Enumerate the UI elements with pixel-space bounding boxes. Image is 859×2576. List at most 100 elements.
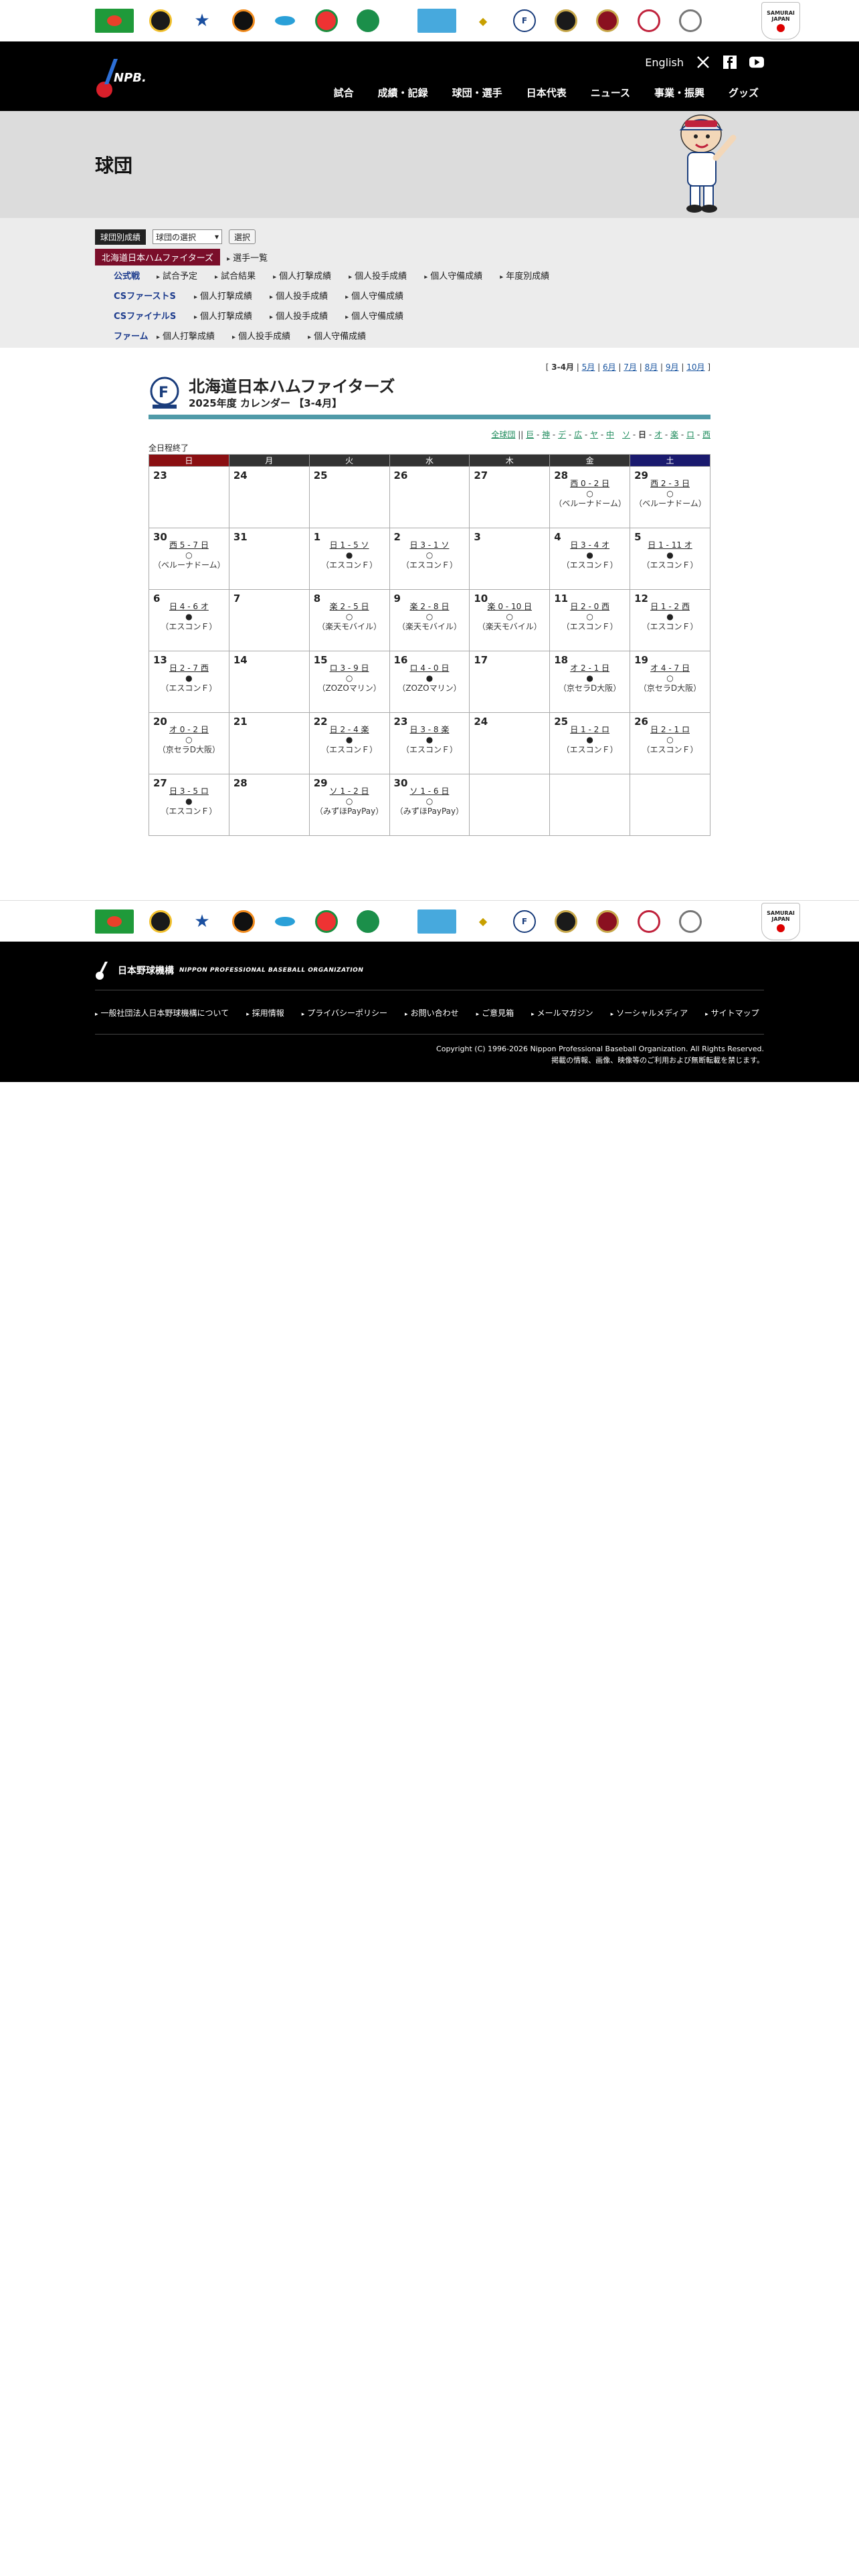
nav-item-stats[interactable]: 成績・記録 xyxy=(366,86,440,100)
giants-logo-icon[interactable] xyxy=(95,6,134,35)
game-score-link[interactable]: 西 0 - 2 日 xyxy=(570,479,609,488)
marines-logo-icon[interactable] xyxy=(634,907,664,936)
game-score-link[interactable]: オ 2 - 1 日 xyxy=(570,663,609,673)
submenu-link[interactable]: 個人打撃成績 xyxy=(273,269,331,282)
team-filter-link[interactable]: 中 xyxy=(606,430,614,439)
tigers-logo-icon[interactable] xyxy=(146,6,175,35)
team-filter-link[interactable]: 広 xyxy=(574,430,582,439)
select-button[interactable]: 選択 xyxy=(229,229,256,244)
carp-logo-icon[interactable] xyxy=(270,907,300,936)
game-score-link[interactable]: 楽 2 - 8 日 xyxy=(410,602,450,611)
buffaloes-logo-icon[interactable] xyxy=(551,6,581,35)
samurai-japan-logo-icon[interactable]: SAMURAI JAPAN xyxy=(761,902,800,940)
baystars-logo-icon[interactable]: ★ xyxy=(187,6,217,35)
pacific-league-logo-icon[interactable] xyxy=(417,907,456,936)
buffaloes-logo-icon[interactable] xyxy=(551,907,581,936)
nav-item-teams[interactable]: 球団・選手 xyxy=(440,86,514,100)
team-filter-link[interactable]: デ xyxy=(558,430,566,439)
team-filter-link[interactable]: 巨 xyxy=(526,430,534,439)
submenu-link[interactable]: 個人打撃成績 xyxy=(194,289,252,302)
english-link[interactable]: English xyxy=(645,56,684,69)
game-score-link[interactable]: 日 3 - 4 オ xyxy=(570,540,609,550)
game-score-link[interactable]: 日 2 - 4 楽 xyxy=(330,725,369,734)
team-filter-link[interactable]: ヤ xyxy=(590,430,598,439)
game-score-link[interactable]: 楽 2 - 5 日 xyxy=(330,602,369,611)
footer-link[interactable]: サイトマップ xyxy=(705,1007,759,1018)
youtube-icon[interactable] xyxy=(749,55,764,70)
submenu-link[interactable]: 個人投手成績 xyxy=(349,269,407,282)
submenu-link[interactable]: 個人守備成績 xyxy=(345,309,403,322)
submenu-link[interactable]: 個人守備成績 xyxy=(308,329,366,342)
eagles-logo-icon[interactable] xyxy=(593,6,622,35)
footer-link[interactable]: プライバシーポリシー xyxy=(302,1007,387,1018)
game-score-link[interactable]: 日 1 - 5 ソ xyxy=(330,540,369,550)
submenu-link[interactable]: 試合結果 xyxy=(215,269,256,282)
dragons-logo-icon[interactable] xyxy=(353,6,383,35)
player-list-link[interactable]: 選手一覧 xyxy=(227,251,268,263)
footer-link[interactable]: ご意見箱 xyxy=(476,1007,514,1018)
tigers-logo-icon[interactable] xyxy=(146,907,175,936)
game-score-link[interactable]: ロ 3 - 9 日 xyxy=(330,663,369,673)
baystars-logo-icon[interactable]: ★ xyxy=(187,907,217,936)
game-score-link[interactable]: 日 2 - 1 ロ xyxy=(650,725,690,734)
game-score-link[interactable]: 西 5 - 7 日 xyxy=(169,540,209,550)
team-filter-link[interactable]: 西 xyxy=(702,430,710,439)
month-link[interactable]: 7月 xyxy=(624,362,637,372)
footer-link[interactable]: メールマガジン xyxy=(531,1007,593,1018)
submenu-link[interactable]: 個人打撃成績 xyxy=(157,329,215,342)
game-score-link[interactable]: 日 1 - 2 西 xyxy=(650,602,690,611)
submenu-link[interactable]: 個人投手成績 xyxy=(232,329,290,342)
nav-item-games[interactable]: 試合 xyxy=(322,86,366,100)
team-filter-link[interactable]: オ xyxy=(654,430,662,439)
eagles-logo-icon[interactable] xyxy=(593,907,622,936)
game-score-link[interactable]: 日 3 - 8 楽 xyxy=(410,725,450,734)
game-score-link[interactable]: 西 2 - 3 日 xyxy=(650,479,690,488)
submenu-link[interactable]: 個人打撃成績 xyxy=(194,309,252,322)
nav-item-business[interactable]: 事業・振興 xyxy=(642,86,717,100)
giants-yg-logo-icon[interactable] xyxy=(229,6,258,35)
pacific-league-logo-icon[interactable] xyxy=(417,6,456,35)
giants-yg-logo-icon[interactable] xyxy=(229,907,258,936)
team-filter-link[interactable]: 楽 xyxy=(670,430,678,439)
game-score-link[interactable]: 日 1 - 2 ロ xyxy=(570,725,609,734)
month-link[interactable]: 6月 xyxy=(603,362,616,372)
footer-link[interactable]: ソーシャルメディア xyxy=(611,1007,688,1018)
game-score-link[interactable]: ソ 1 - 2 日 xyxy=(330,786,369,796)
game-score-link[interactable]: ロ 4 - 0 日 xyxy=(410,663,450,673)
team-filter-link[interactable]: ロ xyxy=(686,430,694,439)
footer-logo[interactable]: 日本野球機構 NIPPON PROFESSIONAL BASEBALL ORGA… xyxy=(95,960,363,980)
submenu-link[interactable]: 試合予定 xyxy=(157,269,197,282)
game-score-link[interactable]: ソ 1 - 6 日 xyxy=(410,786,450,796)
game-score-link[interactable]: 楽 0 - 10 日 xyxy=(488,602,533,611)
carp-logo-icon[interactable] xyxy=(270,6,300,35)
month-link[interactable]: 8月 xyxy=(645,362,658,372)
swallows-logo-icon[interactable] xyxy=(312,6,341,35)
hawks-logo-icon[interactable]: ◆ xyxy=(468,6,498,35)
team-filter-link[interactable]: 神 xyxy=(542,430,550,439)
game-score-link[interactable]: 日 2 - 7 西 xyxy=(169,663,209,673)
nav-item-news[interactable]: ニュース xyxy=(579,86,642,100)
month-link[interactable]: 10月 xyxy=(686,362,704,372)
fighters-logo-icon[interactable]: F xyxy=(510,6,539,35)
footer-link[interactable]: 採用情報 xyxy=(246,1007,284,1018)
submenu-link[interactable]: 個人投手成績 xyxy=(270,309,328,322)
lions-logo-icon[interactable] xyxy=(676,907,705,936)
submenu-link[interactable]: 個人守備成績 xyxy=(345,289,403,302)
game-score-link[interactable]: 日 4 - 6 オ xyxy=(169,602,209,611)
footer-link[interactable]: お問い合わせ xyxy=(405,1007,459,1018)
submenu-link[interactable]: 年度別成績 xyxy=(500,269,549,282)
hawks-logo-icon[interactable]: ◆ xyxy=(468,907,498,936)
nav-item-goods[interactable]: グッズ xyxy=(717,86,764,100)
game-score-link[interactable]: 日 3 - 5 ロ xyxy=(169,786,209,796)
samurai-japan-logo-icon[interactable]: SAMURAI JAPAN xyxy=(761,2,800,39)
facebook-icon[interactable] xyxy=(723,55,737,70)
fighters-logo-icon[interactable]: F xyxy=(510,907,539,936)
submenu-link[interactable]: 個人投手成績 xyxy=(270,289,328,302)
marines-logo-icon[interactable] xyxy=(634,6,664,35)
game-score-link[interactable]: 日 1 - 11 オ xyxy=(648,540,692,550)
x-social-icon[interactable] xyxy=(696,55,710,70)
lions-logo-icon[interactable] xyxy=(676,6,705,35)
game-score-link[interactable]: 日 3 - 1 ソ xyxy=(410,540,450,550)
month-link[interactable]: 5月 xyxy=(582,362,595,372)
swallows-logo-icon[interactable] xyxy=(312,907,341,936)
